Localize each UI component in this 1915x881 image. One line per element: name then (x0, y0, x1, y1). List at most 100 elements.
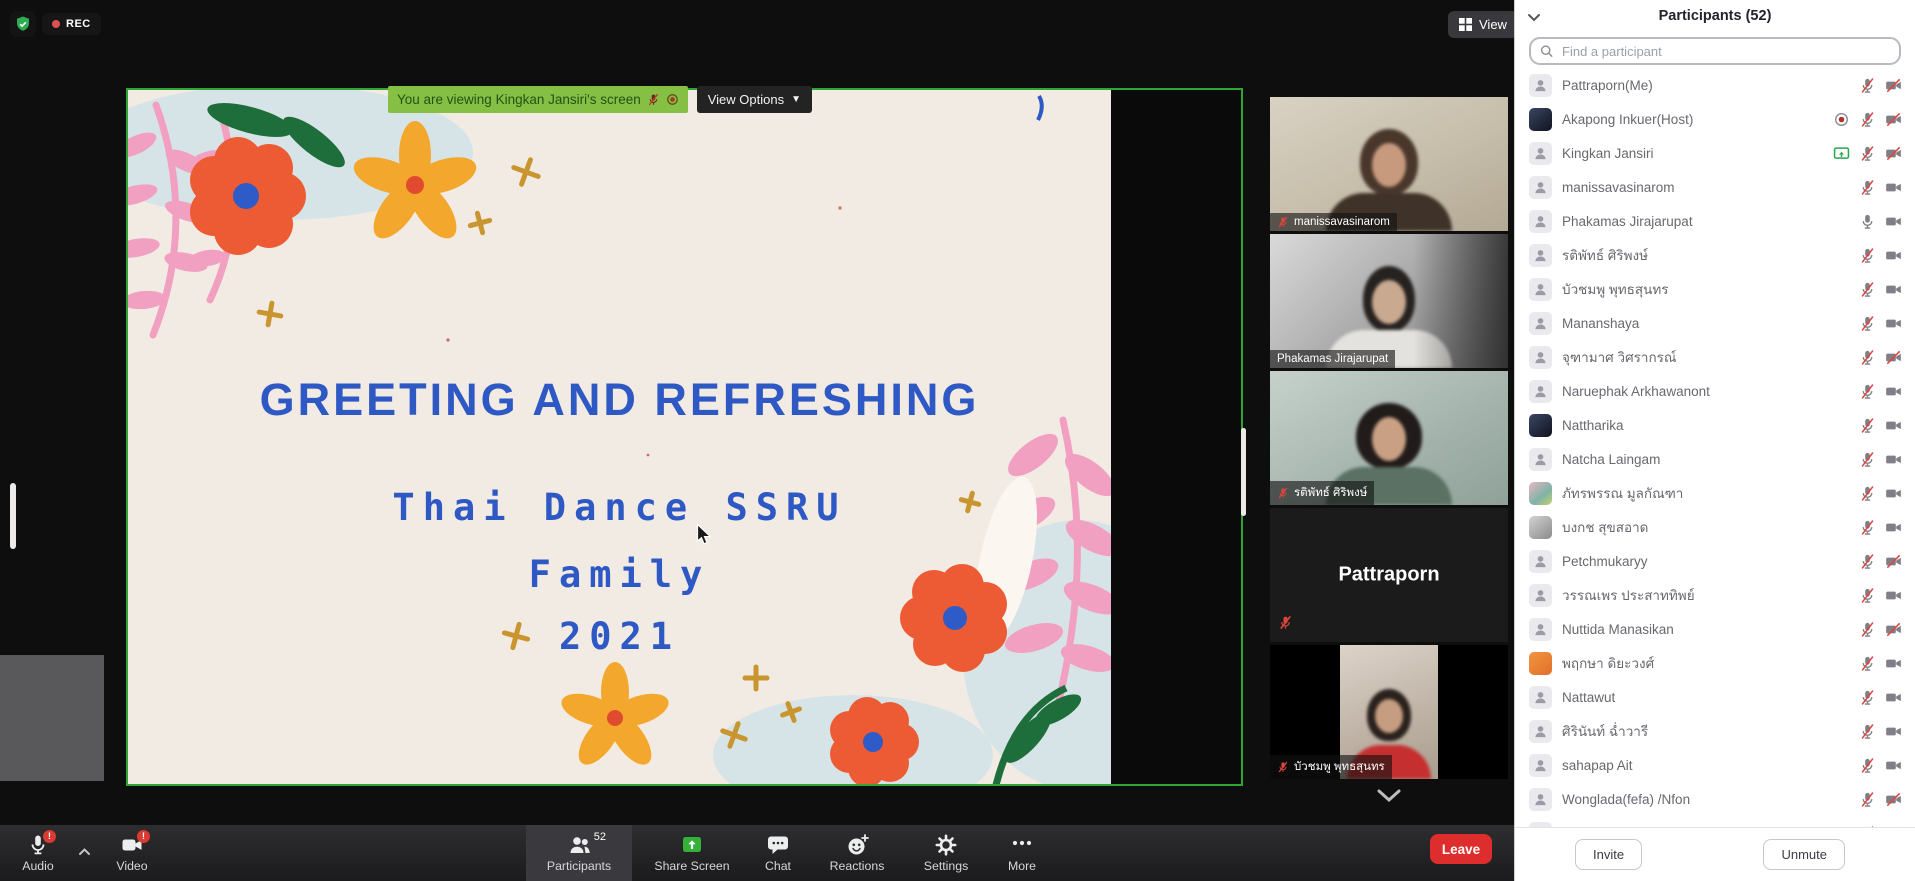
participants-panel-footer: Invite Unmute (1515, 827, 1915, 881)
participant-name: วรรณเพร ประสาททิพย์ (1562, 584, 1859, 606)
participant-name: ภัทรพรรณ มูลกัณฑา (1562, 482, 1859, 504)
participant-row[interactable]: Petchmukaryy (1515, 544, 1915, 578)
participant-avatar (1529, 414, 1552, 437)
collapse-panel-chevron[interactable] (1527, 9, 1541, 27)
participant-avatar (1529, 686, 1552, 709)
participant-status-icons (1859, 587, 1902, 604)
leave-button[interactable]: Leave (1430, 834, 1492, 864)
participant-status-icons (1859, 281, 1902, 298)
participant-avatar (1529, 618, 1552, 641)
participants-button[interactable]: 52 Participants (526, 825, 632, 881)
recording-dot-icon (52, 20, 60, 28)
participant-row[interactable]: วรรณเพร ประสาททิพย์ (1515, 578, 1915, 612)
security-shield-icon[interactable] (10, 11, 36, 37)
chat-icon (767, 834, 789, 856)
chat-button[interactable]: Chat (752, 825, 804, 881)
video-thumbnail[interactable]: manissavasinarom (1270, 97, 1508, 231)
audio-options-chevron[interactable] (72, 843, 97, 860)
participant-avatar (1529, 346, 1552, 369)
share-screen-label: Share Screen (654, 859, 729, 873)
shared-screen-frame: GREETING AND REFRESHING Thai Dance SSRU … (126, 88, 1243, 786)
participant-avatar (1529, 448, 1552, 471)
video-thumbnail[interactable]: รติพัทธ์ ศิริพงษ์ (1270, 371, 1508, 505)
banner-muted-mic-icon (647, 93, 660, 106)
participant-row[interactable]: Nuttida Manasikan (1515, 612, 1915, 646)
video-thumbnail[interactable]: Phakamas Jirajarupat (1270, 234, 1508, 368)
video-thumbnail[interactable]: บัวชมพู พุทธสุนทร (1270, 645, 1508, 779)
participant-row[interactable]: Naruephak Arkhawanont (1515, 374, 1915, 408)
reactions-button[interactable]: Reactions (814, 825, 900, 881)
gear-icon (935, 834, 957, 856)
chat-label: Chat (765, 859, 791, 873)
participant-row[interactable]: ศิรินันท์ ฉ่ำวารี (1515, 714, 1915, 748)
video-button[interactable]: ! Video (104, 825, 160, 881)
participant-search[interactable] (1529, 37, 1901, 65)
invite-button[interactable]: Invite (1575, 839, 1642, 870)
thumbnail-name-label: บัวชมพู พุทธสุนทร (1270, 755, 1392, 779)
participants-count-badge: 52 (594, 831, 606, 843)
participant-avatar (1529, 142, 1552, 165)
participant-name: บัวชมพู พุทธสุนทร (1562, 278, 1859, 300)
chevron-down-icon: ▼ (791, 95, 801, 105)
participant-avatar (1529, 482, 1552, 505)
search-input[interactable] (1560, 43, 1890, 60)
participant-list: Pattraporn(Me) Akapong Inkuer(Host) King… (1515, 68, 1915, 828)
participant-name: Akapong Inkuer(Host) (1562, 112, 1833, 127)
thumbnail-name-label: manissavasinarom (1270, 213, 1397, 231)
participant-name: sahapap Ait (1562, 758, 1859, 773)
person-icon (1533, 350, 1548, 365)
participant-row[interactable]: Mananshaya (1515, 306, 1915, 340)
participant-name: บงกช สุขสอาด (1562, 516, 1859, 538)
participant-row[interactable]: รติพัทธ์ ศิริพงษ์ (1515, 238, 1915, 272)
view-button-label: View (1479, 17, 1507, 32)
participant-row[interactable]: บงกช สุขสอาด (1515, 510, 1915, 544)
settings-button[interactable]: Settings (910, 825, 982, 881)
participant-row[interactable]: sahapap Ait (1515, 748, 1915, 782)
participant-status-icons (1859, 485, 1902, 502)
thumbnail-display-name: Pattraporn (1270, 564, 1508, 587)
participant-avatar (1529, 652, 1552, 675)
share-screen-button[interactable]: Share Screen (642, 825, 742, 881)
participant-status-icons (1859, 519, 1902, 536)
participant-row[interactable]: Kingkan Jansiri (1515, 136, 1915, 170)
participant-row[interactable]: ภัทรพรรณ มูลกัณฑา (1515, 476, 1915, 510)
participant-row[interactable]: จุฑามาศ วิศรากรณ์ (1515, 340, 1915, 374)
participant-row[interactable]: พฤกษา ดิยะวงศ์ (1515, 646, 1915, 680)
participant-status-icons (1859, 213, 1902, 230)
participants-panel: Participants (52) Pattraporn(Me) Akapong… (1514, 0, 1915, 881)
participant-status-icons (1859, 383, 1902, 400)
view-options-button[interactable]: View Options ▼ (697, 86, 812, 113)
participant-row[interactable]: บัวชมพู พุทธสุนทร (1515, 272, 1915, 306)
search-icon (1540, 44, 1553, 58)
panel-resize-handle[interactable] (1241, 428, 1246, 516)
audio-button[interactable]: ! Audio (10, 825, 66, 881)
viewing-banner-text: You are viewing Kingkan Jansiri's screen (397, 92, 641, 107)
muted-mic-icon (1277, 487, 1289, 499)
participant-row[interactable]: manissavasinarom (1515, 170, 1915, 204)
participant-name: Phakamas Jirajarupat (1562, 214, 1859, 229)
participant-name: Nattharika (1562, 418, 1859, 433)
video-thumbnail-no-video[interactable]: Pattraporn (1270, 508, 1508, 642)
participant-avatar (1529, 550, 1552, 573)
participant-row[interactable]: Nattharika (1515, 408, 1915, 442)
slide-line-3: Family (128, 553, 1111, 596)
participant-status-icons (1859, 315, 1902, 332)
more-label: More (1008, 859, 1036, 873)
left-scrollbar-handle[interactable] (10, 483, 16, 549)
participant-row[interactable]: Phakamas Jirajarupat (1515, 204, 1915, 238)
participant-status-icons (1833, 111, 1902, 128)
participant-status-icons (1859, 451, 1902, 468)
participant-row[interactable]: Pattraporn(Me) (1515, 68, 1915, 102)
participant-row[interactable]: Wonglada(fefa) /Nfon (1515, 782, 1915, 816)
view-button[interactable]: View (1448, 11, 1518, 38)
participant-row[interactable]: Akapong Inkuer(Host) (1515, 102, 1915, 136)
more-button[interactable]: More (994, 825, 1050, 881)
participant-row[interactable]: Nattawut (1515, 680, 1915, 714)
participant-avatar (1529, 278, 1552, 301)
participant-row[interactable]: Natcha Laingam (1515, 442, 1915, 476)
collapse-thumbnails-chevron[interactable] (1370, 788, 1408, 807)
participant-avatar (1529, 176, 1552, 199)
webcam-video (1270, 234, 1508, 368)
unmute-button[interactable]: Unmute (1763, 839, 1845, 870)
thumbnail-name-label: รติพัทธ์ ศิริพงษ์ (1270, 481, 1374, 505)
